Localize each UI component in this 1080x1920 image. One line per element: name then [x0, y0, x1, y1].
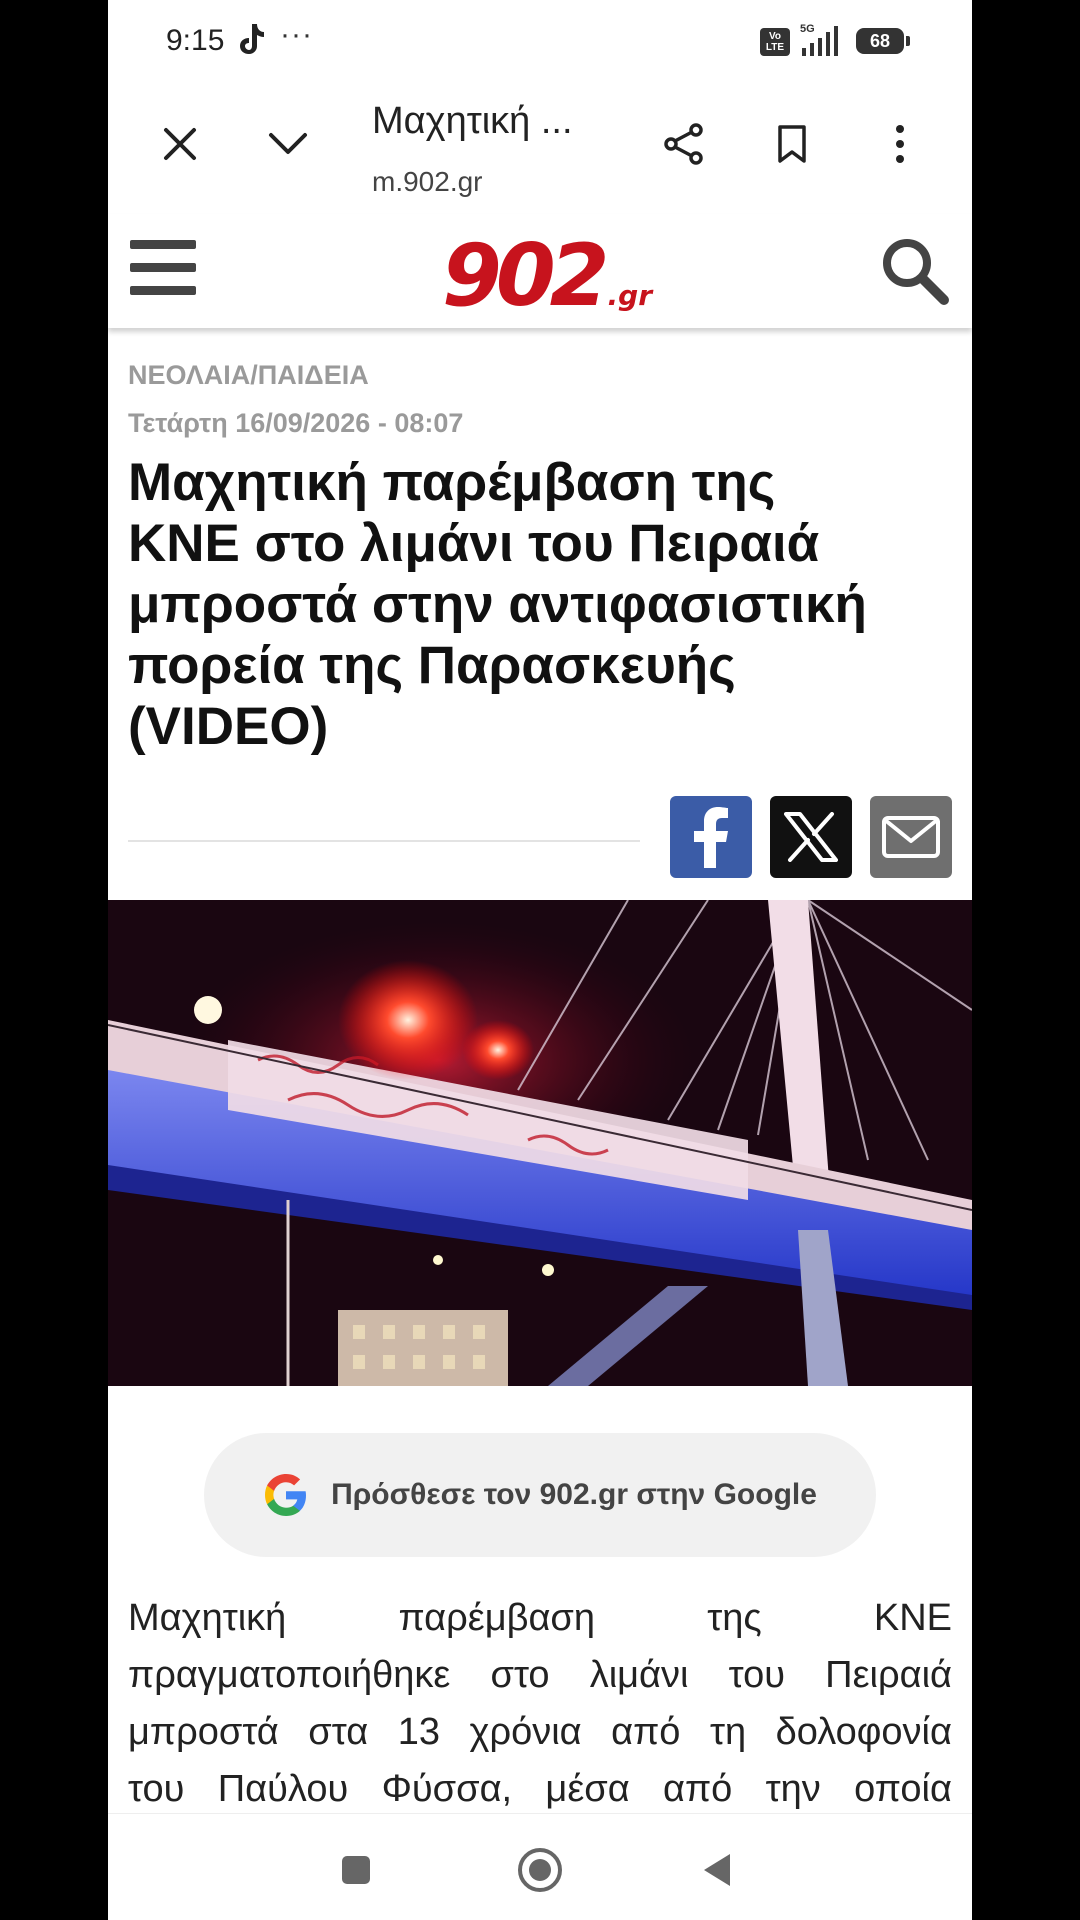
- body-line-text: πραγματοποιήθηκε στο λιμάνι του Πειραιά: [128, 1647, 952, 1704]
- headline-line: Μαχητική παρέμβαση της: [128, 453, 776, 512]
- body-word: την: [765, 1768, 821, 1810]
- signal-icon: 5G: [800, 23, 838, 56]
- body-word: πραγματοποιήθηκε: [128, 1654, 451, 1696]
- body-word: χρόνια: [469, 1711, 582, 1753]
- logo-number: 902: [442, 226, 610, 326]
- body-line-text: Μαχητική παρέμβαση της ΚΝΕ: [128, 1590, 952, 1647]
- divider: [128, 840, 640, 842]
- site-logo[interactable]: 902 .gr: [442, 226, 653, 326]
- battery-indicator: 68: [856, 28, 910, 54]
- status-bar: 9:15 ··· Vo LTE 5G 68: [108, 0, 972, 84]
- status-time: 9:15: [166, 24, 225, 57]
- site-header: 902 .gr: [108, 214, 972, 328]
- back-button[interactable]: [698, 1850, 738, 1890]
- body-word: του: [728, 1654, 786, 1696]
- body-word: Παύλου: [217, 1768, 349, 1810]
- page-url[interactable]: m.902.gr: [372, 166, 483, 198]
- x-icon: [784, 812, 838, 862]
- network-type: 5G: [800, 23, 815, 35]
- facebook-icon: [694, 807, 728, 868]
- chevron-down-icon[interactable]: [258, 114, 318, 174]
- search-icon[interactable]: [878, 234, 950, 306]
- article-category[interactable]: ΝΕΟΛΑΙΑ/ΠΑΙΔΕΙΑ: [128, 360, 369, 391]
- body-line-text: μπροστά στα 13 χρόνια από τη δολοφονία: [128, 1704, 952, 1761]
- body-word: μέσα: [545, 1768, 630, 1810]
- body-line: του Παύλου Φύσσα, μέσα από την οποία: [128, 1761, 952, 1818]
- menu-icon[interactable]: [130, 240, 196, 298]
- body-word: από: [663, 1768, 733, 1810]
- add-to-google-label: Πρόσθεσε τον 902.gr στην Google: [331, 1478, 817, 1511]
- recents-button[interactable]: [336, 1850, 376, 1890]
- body-word: Φύσσα,: [381, 1768, 513, 1810]
- article-headline: Μαχητική παρέμβαση της ΚΝΕ στο λιμάνι το…: [128, 452, 958, 757]
- google-icon: [265, 1474, 307, 1516]
- share-icon[interactable]: [654, 114, 714, 174]
- bookmark-icon[interactable]: [762, 114, 822, 174]
- body-line: πραγματοποιήθηκε στο λιμάνι του Πειραιά: [128, 1647, 952, 1704]
- body-word: Μαχητική: [128, 1597, 287, 1639]
- body-line: μπροστά στα 13 χρόνια από τη δολοφονία: [128, 1704, 952, 1761]
- body-word: οποία: [854, 1768, 952, 1810]
- more-vert-icon[interactable]: [870, 114, 930, 174]
- body-word: δολοφονία: [775, 1711, 952, 1753]
- headline-line: (VIDEO): [128, 697, 329, 756]
- close-icon[interactable]: [150, 114, 210, 174]
- home-button[interactable]: [516, 1846, 564, 1894]
- system-nav-bar: [108, 1813, 972, 1920]
- body-word: από: [611, 1711, 681, 1753]
- body-line-text: του Παύλου Φύσσα, μέσα από την οποία: [128, 1761, 952, 1818]
- mail-icon: [882, 816, 940, 858]
- article-photo[interactable]: [108, 900, 972, 1386]
- body-word: του: [128, 1768, 185, 1810]
- body-word: τη: [709, 1711, 747, 1753]
- volte-icon: Vo LTE: [760, 28, 790, 56]
- headline-line: μπροστά στην αντιφασιστική: [128, 575, 867, 634]
- body-word: στα: [308, 1711, 369, 1753]
- article-date: Τετάρτη 16/09/2026 - 08:07: [128, 408, 464, 438]
- body-word: μπροστά: [128, 1711, 279, 1753]
- email-share-button[interactable]: [870, 796, 952, 878]
- article-body: Μαχητική παρέμβαση της ΚΝΕ πραγματοποιήθηκε…: [128, 1590, 952, 1818]
- tiktok-icon: [240, 24, 264, 54]
- body-word: στο: [490, 1654, 550, 1696]
- browser-toolbar: Μαχητική ... m.902.gr: [108, 84, 972, 212]
- headline-line: πορεία της Παρασκευής: [128, 636, 736, 695]
- body-word: Πειραιά: [825, 1654, 952, 1696]
- facebook-share-button[interactable]: [670, 796, 752, 878]
- page-title[interactable]: Μαχητική ...: [372, 100, 573, 143]
- add-to-google-button[interactable]: Πρόσθεσε τον 902.gr στην Google: [204, 1433, 876, 1557]
- x-share-button[interactable]: [770, 796, 852, 878]
- body-word: ΚΝΕ: [873, 1597, 952, 1639]
- phone-screen: 9:15 ··· Vo LTE 5G 68 Μαχητική ... m.902…: [108, 0, 972, 1920]
- body-word: παρέμβαση: [398, 1597, 595, 1639]
- body-word: 13: [397, 1711, 440, 1753]
- body-word: της: [707, 1597, 762, 1639]
- body-line: Μαχητική παρέμβαση της ΚΝΕ: [128, 1590, 952, 1647]
- body-word: λιμάνι: [589, 1654, 689, 1696]
- status-overflow: ···: [280, 18, 313, 51]
- logo-suffix: .gr: [607, 279, 653, 312]
- headline-line: ΚΝΕ στο λιμάνι του Πειραιά: [128, 514, 820, 573]
